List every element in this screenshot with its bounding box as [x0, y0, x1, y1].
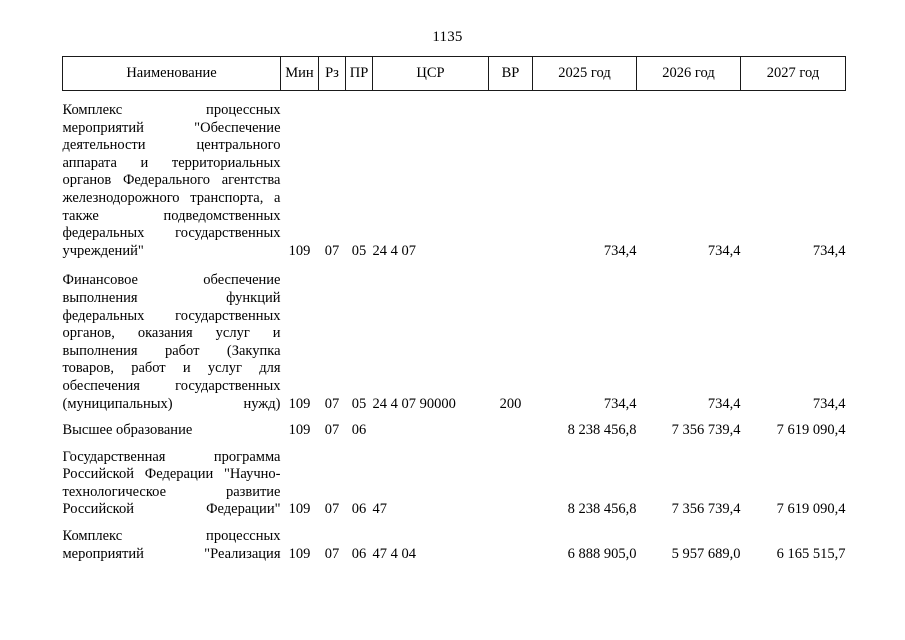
table-row: Комплекс процессных мероприятий "Обеспеч…: [63, 102, 846, 261]
cell-y2025: 734,4: [603, 395, 637, 412]
column-header-pr: ПР: [345, 56, 373, 91]
table-row: Финансовое обеспечение выполнения функци…: [63, 272, 846, 414]
cell-rz: 07: [324, 545, 340, 562]
row-spacer: [63, 441, 846, 449]
table-row: Государственная программа Российской Фед…: [63, 449, 846, 520]
cell-csr: 24 4 07 90000: [372, 395, 456, 412]
cell-y2026: 7 356 739,4: [671, 501, 741, 518]
row-spacer-cell: [63, 91, 846, 103]
cell-min: 109: [288, 422, 311, 439]
column-header-y2025: 2025 год: [532, 56, 637, 91]
cell-y2025: 734,4: [603, 242, 637, 259]
cell-vr: [489, 102, 533, 261]
row-spacer-cell: [63, 441, 846, 449]
cell-pr: 05: [351, 395, 367, 412]
column-header-csr: ЦСР: [372, 56, 489, 91]
column-header-y2027: 2027 год: [740, 56, 846, 91]
cell-rz: 07: [324, 242, 340, 259]
cell-y2026: 5 957 689,0: [671, 545, 741, 562]
cell-y2026: 7 356 739,4: [671, 422, 741, 439]
cell-y2027: 6 165 515,7: [776, 545, 846, 562]
table-row: Высшее образование 109 07 06 8 238 456,8…: [63, 422, 846, 441]
row-spacer-cell: [63, 261, 846, 272]
cell-pr: 06: [351, 545, 367, 562]
table-header-row: Наименование Мин Рз ПР ЦСР ВР 2025 год 2…: [62, 56, 846, 91]
cell-vr: 200: [499, 395, 522, 412]
cell-y2025: 8 238 456,8: [567, 422, 637, 439]
cell-rz: 07: [324, 422, 340, 439]
page-number: 1135: [432, 29, 463, 45]
cell-vr: [489, 422, 533, 441]
document-page: 1135 Наименование Мин Рз ПР ЦСР ВР 2025 …: [0, 0, 905, 640]
cell-pr: 06: [351, 501, 367, 518]
cell-name: Комплекс процессных мероприятий "Обеспеч…: [62, 102, 281, 259]
row-spacer: [63, 91, 846, 103]
row-spacer: [63, 520, 846, 528]
cell-y2027: 734,4: [812, 395, 846, 412]
cell-min: 109: [288, 501, 311, 518]
cell-pr: 06: [351, 422, 367, 439]
row-spacer-cell: [63, 520, 846, 528]
cell-csr: 24 4 07: [372, 242, 417, 259]
table-header: Наименование Мин Рз ПР ЦСР ВР 2025 год 2…: [62, 56, 846, 91]
cell-vr: [489, 449, 533, 520]
cell-min: 109: [288, 395, 311, 412]
column-header-name: Наименование: [62, 56, 281, 91]
cell-csr: 47 4 04: [372, 545, 417, 562]
column-header-rz: Рз: [318, 56, 346, 91]
cell-csr: 47: [372, 501, 388, 518]
cell-name: Комплекс процессных мероприятий "Реализа…: [62, 528, 281, 562]
cell-y2026: 734,4: [707, 395, 741, 412]
table-row: Комплекс процессных мероприятий "Реализа…: [63, 528, 846, 564]
cell-name: Финансовое обеспечение выполнения функци…: [62, 272, 281, 412]
cell-pr: 05: [351, 242, 367, 259]
column-header-vr: ВР: [488, 56, 533, 91]
row-spacer: [63, 261, 846, 272]
column-header-min: Мин: [280, 56, 319, 91]
cell-rz: 07: [324, 501, 340, 518]
cell-y2025: 6 888 905,0: [567, 545, 637, 562]
cell-rz: 07: [324, 395, 340, 412]
cell-name: Высшее образование: [62, 422, 193, 439]
row-spacer-cell: [63, 414, 846, 422]
table-body: Комплекс процессных мероприятий "Обеспеч…: [63, 91, 846, 565]
cell-y2025: 8 238 456,8: [567, 501, 637, 518]
cell-y2027: 7 619 090,4: [776, 422, 846, 439]
cell-y2027: 734,4: [812, 242, 846, 259]
row-spacer: [63, 414, 846, 422]
cell-min: 109: [288, 545, 311, 562]
cell-y2027: 7 619 090,4: [776, 501, 846, 518]
cell-min: 109: [288, 242, 311, 259]
column-header-y2026: 2026 год: [636, 56, 741, 91]
cell-csr: [373, 422, 489, 441]
cell-vr: [489, 528, 533, 564]
cell-y2026: 734,4: [707, 242, 741, 259]
budget-table: Наименование Мин Рз ПР ЦСР ВР 2025 год 2…: [62, 56, 846, 564]
cell-name: Государственная программа Российской Фед…: [62, 448, 281, 518]
